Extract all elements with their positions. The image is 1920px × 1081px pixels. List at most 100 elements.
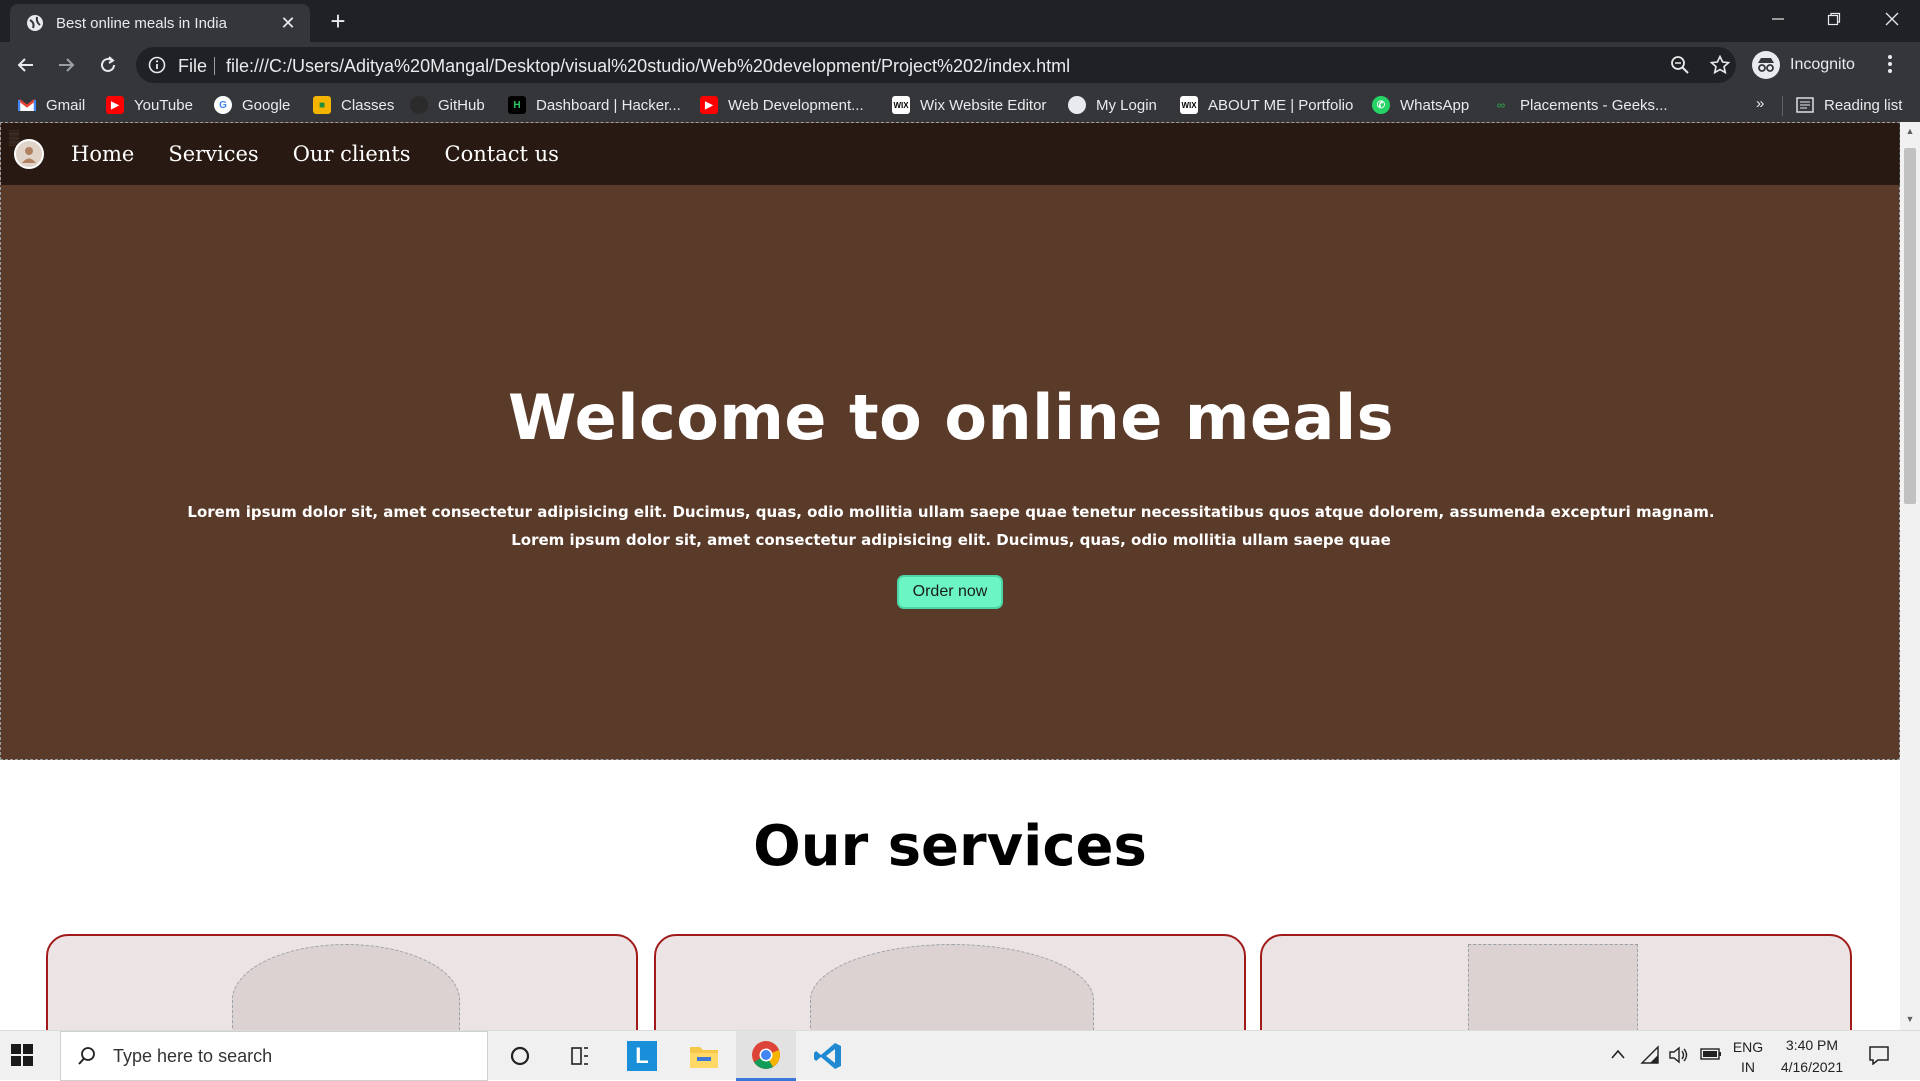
bookmark-github[interactable]: GitHub: [410, 94, 485, 116]
scroll-down-arrow-icon[interactable]: ▼: [1904, 1014, 1916, 1026]
bookmark-label: Google: [242, 96, 291, 114]
bookmark-label: Placements - Geeks...: [1520, 96, 1668, 114]
bookmarks-overflow-button[interactable]: »: [1756, 95, 1764, 112]
battery-icon[interactable]: [1700, 1047, 1722, 1066]
classroom-icon: ■: [313, 96, 331, 114]
bookmark-youtube[interactable]: ▶ YouTube: [106, 94, 193, 116]
nav-link-home[interactable]: Home: [71, 142, 134, 166]
bookmark-label: ABOUT ME | Portfolio: [1208, 96, 1354, 114]
bookmark-label: GitHub: [438, 96, 485, 114]
browser-tab[interactable]: Best online meals in India ✕: [10, 4, 310, 42]
forward-arrow-icon: [59, 58, 75, 72]
clock-date[interactable]: 4/16/2021: [1770, 1059, 1854, 1075]
cortana-button[interactable]: [490, 1031, 550, 1081]
bookmark-label: Web Development...: [728, 96, 864, 114]
new-tab-button[interactable]: +: [324, 6, 352, 37]
gmail-icon: [18, 96, 36, 114]
browser-toolbar: File file:///C:/Users/Aditya%20Mangal/De…: [0, 42, 1920, 88]
minimize-button[interactable]: [1750, 0, 1806, 38]
site-navbar: Home Services Our clients Contact us: [1, 123, 1901, 185]
reading-list-icon: [1796, 96, 1814, 114]
bookmark-wix-editor[interactable]: WIX Wix Website Editor: [892, 94, 1046, 116]
bookmark-gmail[interactable]: Gmail: [18, 94, 85, 116]
whatsapp-icon: ✆: [1372, 96, 1390, 114]
hero-description-line-1: Lorem ipsum dolor sit, amet consectetur …: [187, 503, 1715, 521]
site-logo-avatar[interactable]: [14, 139, 44, 169]
cortana-circle-icon: [510, 1046, 530, 1066]
language-indicator-top[interactable]: ENG: [1728, 1039, 1768, 1055]
wix-icon: WIX: [892, 96, 910, 114]
page-scrollbar[interactable]: ▲ ▼: [1900, 122, 1920, 1030]
globe-icon: [1068, 96, 1086, 114]
address-bar[interactable]: File file:///C:/Users/Aditya%20Mangal/De…: [136, 47, 1736, 83]
service-card-pizza: [46, 934, 638, 1030]
taskbar-app-l[interactable]: L: [612, 1031, 672, 1081]
hackerrank-icon: H: [508, 96, 526, 114]
bookmark-whatsapp[interactable]: ✆ WhatsApp: [1372, 94, 1469, 116]
reload-icon: [101, 56, 115, 72]
bookmark-classes[interactable]: ■ Classes: [313, 94, 394, 116]
close-window-button[interactable]: [1864, 0, 1920, 38]
taskbar-vscode[interactable]: [798, 1031, 858, 1081]
back-button[interactable]: [12, 51, 40, 79]
nav-link-contact-us[interactable]: Contact us: [445, 142, 559, 166]
meal-plate-image: [810, 944, 1094, 1030]
bookmark-label: WhatsApp: [1400, 96, 1470, 114]
bookmark-web-development[interactable]: ▶ Web Development...: [700, 94, 864, 116]
bookmark-my-login[interactable]: My Login: [1068, 94, 1157, 116]
order-now-button[interactable]: Order now: [897, 575, 1003, 609]
youtube-icon: ▶: [700, 96, 718, 114]
taskbar-file-explorer[interactable]: [674, 1031, 734, 1081]
bookmark-star-icon[interactable]: [1709, 54, 1731, 80]
bookmark-label: Classes: [341, 96, 395, 114]
wix-icon: WIX: [1180, 96, 1198, 114]
taskbar-chrome[interactable]: [736, 1031, 796, 1081]
scrollbar-thumb[interactable]: [1904, 148, 1916, 504]
task-view-button[interactable]: [550, 1031, 610, 1081]
bookmark-label: Gmail: [46, 96, 86, 114]
l-app-icon: L: [627, 1041, 657, 1071]
service-card-delivery: [1260, 934, 1852, 1030]
bookmark-google[interactable]: G Google: [214, 94, 290, 116]
bookmark-label: Wix Website Editor: [920, 96, 1047, 114]
bookmark-hackerrank[interactable]: H Dashboard | Hacker...: [508, 94, 681, 116]
hero-title: Welcome to online meals: [507, 381, 1395, 454]
language-indicator-bottom[interactable]: IN: [1728, 1059, 1768, 1075]
windows-start-icon[interactable]: [10, 1043, 34, 1072]
back-arrow-icon: [17, 58, 33, 72]
windows-taskbar: Type here to search L ENG IN 3:40 PM 4/1…: [0, 1030, 1920, 1081]
reload-button[interactable]: [94, 51, 122, 79]
volume-icon[interactable]: [1668, 1045, 1690, 1070]
bookmark-geeksforgeeks[interactable]: ∞ Placements - Geeks...: [1492, 94, 1668, 116]
incognito-icon: [1752, 51, 1780, 79]
search-icon: [77, 1046, 97, 1066]
action-center-icon[interactable]: [1868, 1045, 1890, 1070]
clock-time[interactable]: 3:40 PM: [1774, 1037, 1850, 1053]
browser-tab-strip: Best online meals in India ✕ +: [0, 0, 1920, 42]
bookmarks-bar: Gmail ▶ YouTube G Google ■ Classes GitHu…: [0, 88, 1920, 122]
scroll-up-arrow-icon[interactable]: ▲: [1904, 126, 1916, 138]
network-icon[interactable]: [1640, 1045, 1660, 1070]
chrome-icon: [752, 1040, 780, 1069]
bookmark-label: Dashboard | Hacker...: [536, 96, 681, 114]
forward-button[interactable]: [52, 51, 80, 79]
taskbar-search-box[interactable]: Type here to search: [60, 1031, 488, 1081]
taskbar-search-placeholder: Type here to search: [113, 1045, 273, 1066]
services-heading: Our services: [753, 814, 1147, 879]
nav-link-our-clients[interactable]: Our clients: [293, 142, 411, 166]
info-icon[interactable]: [148, 56, 166, 79]
folder-icon: [690, 1047, 718, 1068]
nav-link-services[interactable]: Services: [168, 142, 258, 166]
reading-list-button[interactable]: Reading list: [1796, 94, 1902, 116]
show-hidden-icons-chevron-icon[interactable]: [1610, 1047, 1626, 1065]
zoom-icon[interactable]: [1670, 55, 1690, 80]
incognito-profile-button[interactable]: Incognito: [1752, 49, 1855, 81]
hero-description-line-2: Lorem ipsum dolor sit, amet consectetur …: [511, 531, 1391, 549]
github-icon: [410, 96, 428, 114]
close-tab-icon[interactable]: ✕: [278, 13, 298, 34]
url-text[interactable]: file:///C:/Users/Aditya%20Mangal/Desktop…: [226, 56, 1070, 77]
omnibox-divider: [214, 57, 215, 75]
bookmark-portfolio[interactable]: WIX ABOUT ME | Portfolio: [1180, 94, 1353, 116]
restore-button[interactable]: [1806, 0, 1862, 38]
browser-menu-icon[interactable]: [1886, 53, 1894, 80]
